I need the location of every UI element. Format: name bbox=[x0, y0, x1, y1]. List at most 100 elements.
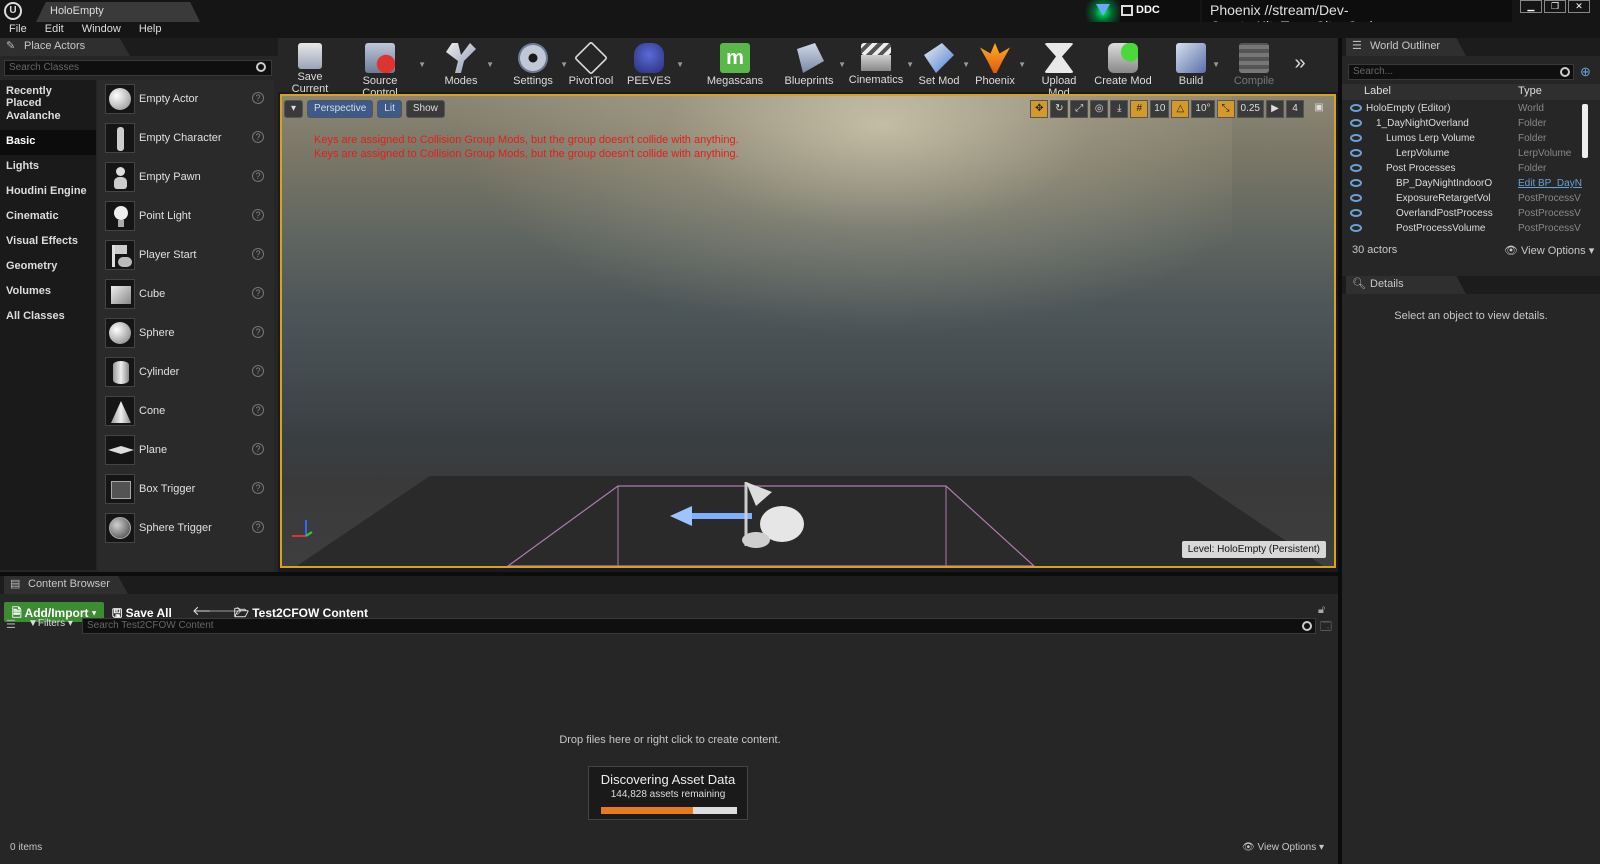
show-button[interactable]: Show bbox=[405, 100, 445, 118]
visibility-eye-icon[interactable] bbox=[1350, 104, 1362, 112]
translate-icon[interactable]: ✥ bbox=[1030, 100, 1049, 118]
help-icon[interactable]: ? bbox=[252, 209, 264, 221]
edit-blueprint-link[interactable]: Edit BP_DayN bbox=[1518, 178, 1582, 189]
lock-icon[interactable]: 🔓︎ bbox=[1318, 604, 1325, 617]
modes-dropdown[interactable]: ▼ bbox=[486, 60, 494, 69]
phoenix-dropdown[interactable]: ▼ bbox=[1018, 60, 1026, 69]
content-search-input[interactable]: Search Test2CFOW Content bbox=[82, 618, 1316, 634]
compile-button[interactable]: Compile bbox=[1232, 38, 1276, 92]
tab-content-browser[interactable]: ▤ Content Browser bbox=[4, 576, 128, 594]
panel-splitter[interactable] bbox=[1338, 38, 1342, 864]
category-geometry[interactable]: Geometry bbox=[0, 255, 96, 280]
tab-details[interactable]: 🔍︎ Details bbox=[1346, 276, 1466, 294]
help-icon[interactable]: ? bbox=[252, 482, 264, 494]
visibility-eye-icon[interactable] bbox=[1350, 119, 1362, 127]
set-mod-dropdown[interactable]: ▼ bbox=[962, 60, 970, 69]
tab-world-outliner[interactable]: ☰ World Outliner bbox=[1346, 38, 1466, 56]
set-mod-button[interactable]: Set Mod ▼ bbox=[918, 38, 970, 92]
peeves-dropdown[interactable]: ▼ bbox=[676, 60, 684, 69]
help-icon[interactable]: ? bbox=[252, 521, 264, 533]
settings-button[interactable]: Settings ▼ bbox=[508, 38, 568, 92]
category-lights[interactable]: Lights bbox=[0, 155, 96, 180]
source-control-button[interactable]: Source Control ▼ bbox=[344, 38, 426, 99]
scale-icon[interactable]: ⤢ bbox=[1070, 100, 1089, 118]
add-filter-icon[interactable]: ⊕ bbox=[1580, 64, 1591, 80]
visibility-eye-icon[interactable] bbox=[1350, 164, 1362, 172]
source-control-dropdown[interactable]: ▼ bbox=[418, 60, 426, 69]
menu-window[interactable]: Window bbox=[73, 22, 130, 38]
maximize-button[interactable]: ❐ bbox=[1544, 0, 1566, 13]
world-local-icon[interactable]: ◎ bbox=[1090, 100, 1109, 118]
actor-cylinder[interactable]: Cylinder ? bbox=[98, 353, 274, 392]
help-icon[interactable]: ? bbox=[252, 365, 264, 377]
camera-speed-value[interactable]: 4 bbox=[1286, 100, 1304, 118]
help-icon[interactable]: ? bbox=[252, 92, 264, 104]
camera-speed-icon[interactable]: ▶ bbox=[1266, 100, 1284, 118]
rotation-snap-value[interactable]: 10° bbox=[1191, 100, 1215, 118]
lit-button[interactable]: Lit bbox=[377, 100, 402, 118]
modes-button[interactable]: Modes ▼ bbox=[438, 38, 494, 92]
phoenix-button[interactable]: Phoenix ▼ bbox=[974, 38, 1026, 92]
actor-sphere[interactable]: Sphere ? bbox=[98, 314, 274, 353]
grid-snap-value[interactable]: 10 bbox=[1150, 100, 1170, 118]
level-tab[interactable]: HoloEmpty bbox=[36, 2, 200, 22]
category-houdini-engine[interactable]: Houdini Engine bbox=[0, 180, 96, 205]
close-button[interactable]: ✕ bbox=[1568, 0, 1590, 13]
minimize-button[interactable]: ▁ bbox=[1520, 0, 1542, 13]
sources-toggle-icon[interactable]: ☰ bbox=[6, 618, 16, 631]
tree-row[interactable]: 1_DayNightOverland Folder bbox=[1342, 117, 1588, 132]
help-icon[interactable]: ? bbox=[252, 326, 264, 338]
actor-empty-pawn[interactable]: Empty Pawn ? bbox=[98, 158, 274, 197]
category-visual-effects[interactable]: Visual Effects bbox=[0, 230, 96, 255]
save-current-button[interactable]: Save Current bbox=[278, 38, 342, 95]
actor-cube[interactable]: Cube ? bbox=[98, 275, 274, 314]
build-dropdown[interactable]: ▼ bbox=[1212, 60, 1220, 69]
menu-help[interactable]: Help bbox=[130, 22, 171, 38]
help-icon[interactable]: ? bbox=[252, 443, 264, 455]
visibility-eye-icon[interactable] bbox=[1350, 134, 1362, 142]
actor-empty-character[interactable]: Empty Character ? bbox=[98, 119, 274, 158]
upload-mod-button[interactable]: Upload Mod bbox=[1030, 38, 1088, 99]
toolbar-overflow-button[interactable]: » bbox=[1290, 38, 1310, 92]
help-icon[interactable]: ? bbox=[252, 170, 264, 182]
category-volumes[interactable]: Volumes bbox=[0, 280, 96, 305]
pivot-tool-button[interactable]: PivotTool bbox=[566, 38, 616, 92]
help-icon[interactable]: ? bbox=[252, 131, 264, 143]
filters-button[interactable]: ▼Filters ▾ bbox=[28, 618, 73, 629]
panel-splitter[interactable] bbox=[0, 572, 1340, 576]
outliner-view-options[interactable]: 👁︎ View Options ▾ bbox=[1504, 244, 1594, 257]
actor-point-light[interactable]: Point Light ? bbox=[98, 197, 274, 236]
tree-row[interactable]: BP_DayNightIndoorO Edit BP_DayN bbox=[1342, 177, 1588, 192]
tree-row[interactable]: Lumos Lerp Volume Folder bbox=[1342, 132, 1588, 147]
actor-cone[interactable]: Cone ? bbox=[98, 392, 274, 431]
surface-snap-icon[interactable]: ⤓ bbox=[1110, 100, 1129, 118]
visibility-eye-icon[interactable] bbox=[1350, 194, 1362, 202]
outliner-scrollbar[interactable] bbox=[1582, 104, 1588, 158]
actor-box-trigger[interactable]: Box Trigger ? bbox=[98, 470, 274, 509]
visibility-eye-icon[interactable] bbox=[1350, 179, 1362, 187]
search-classes-input[interactable]: Search Classes bbox=[4, 60, 272, 76]
perspective-button[interactable]: Perspective bbox=[307, 100, 374, 118]
help-icon[interactable]: ? bbox=[252, 287, 264, 299]
help-icon[interactable]: ? bbox=[252, 248, 264, 260]
actor-empty-actor[interactable]: Empty Actor ? bbox=[98, 80, 274, 119]
blueprints-dropdown[interactable]: ▼ bbox=[838, 60, 846, 69]
save-search-icon[interactable]: 🗔︎ bbox=[1320, 618, 1332, 637]
tree-row[interactable]: Post Processes Folder bbox=[1342, 162, 1588, 177]
category-basic[interactable]: Basic bbox=[0, 130, 96, 155]
actor-sphere-trigger[interactable]: Sphere Trigger ? bbox=[98, 509, 274, 548]
tree-row[interactable]: PostProcessVolume PostProcessV bbox=[1342, 222, 1588, 237]
actor-plane[interactable]: Plane ? bbox=[98, 431, 274, 470]
visibility-eye-icon[interactable] bbox=[1350, 209, 1362, 217]
blueprints-button[interactable]: Blueprints ▼ bbox=[782, 38, 846, 92]
cinematics-button[interactable]: Cinematics ▼ bbox=[848, 38, 914, 92]
content-view-options[interactable]: 👁︎ View Options ▾ bbox=[1242, 842, 1324, 853]
rotate-icon[interactable]: ↻ bbox=[1050, 100, 1069, 118]
peeves-button[interactable]: PEEVES ▼ bbox=[624, 38, 684, 92]
category-recently-placed[interactable]: Recently Placed bbox=[0, 80, 96, 109]
grid-snap-icon[interactable]: # bbox=[1130, 100, 1149, 118]
actor-player-start[interactable]: Player Start ? bbox=[98, 236, 274, 275]
outliner-search-input[interactable]: Search... bbox=[1348, 64, 1574, 80]
tree-row[interactable]: LerpVolume LerpVolume bbox=[1342, 147, 1588, 162]
menu-edit[interactable]: Edit bbox=[36, 22, 73, 38]
